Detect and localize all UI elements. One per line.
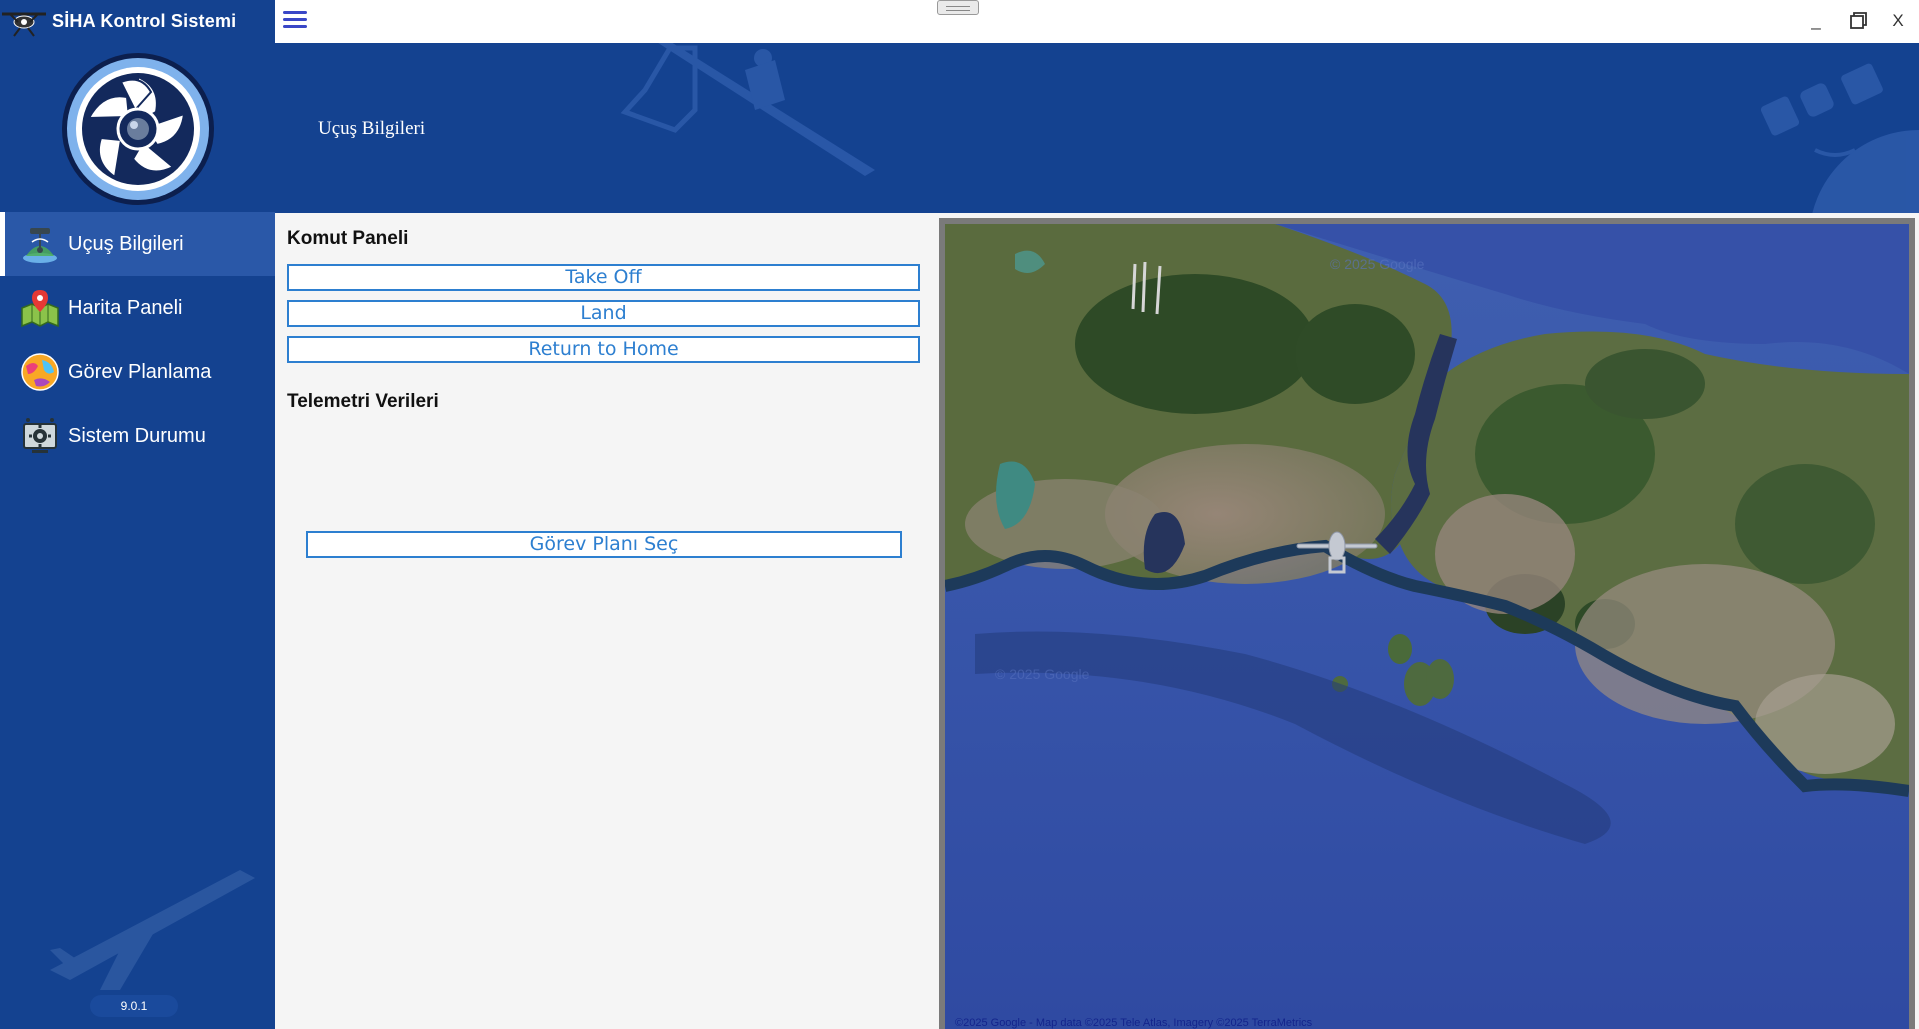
main-panel: Komut Paneli Take Off Land Return to Hom… [275, 213, 940, 1029]
minimize-button[interactable]: _ [1801, 8, 1831, 34]
select-mission-plan-button[interactable]: Görev Planı Seç [306, 531, 902, 558]
map-pin-icon [21, 290, 59, 328]
sidebar-item-gorev-planlama[interactable]: Görev Planlama [0, 340, 275, 404]
sidebar-item-harita-paneli[interactable]: Harita Paneli [0, 276, 275, 340]
gear-monitor-icon [23, 418, 57, 453]
satellite-map[interactable]: © 2025 Google © 2025 Google ©2025 Google… [945, 224, 1909, 1029]
restore-window-icon[interactable] [1843, 8, 1873, 34]
plane-watermark-icon [50, 870, 255, 990]
svg-text:© 2025 Google: © 2025 Google [1330, 256, 1425, 272]
istanbul-satellite-imagery: © 2025 Google © 2025 Google [945, 224, 1909, 1029]
page-header: Uçuş Bilgileri [275, 43, 1919, 213]
sidebar-nav: Uçuş Bilgileri Harita Paneli Görev Planl… [0, 212, 275, 468]
sidebar: SİHA Kontrol Sistemi Uçuş Bilgileri Hari… [0, 0, 275, 1029]
page-title: Uçuş Bilgileri [318, 118, 426, 139]
sidebar-item-label: Görev Planlama [68, 360, 212, 383]
telemetry-title: Telemetri Verileri [287, 391, 439, 412]
title-bar: _ X [275, 0, 1919, 43]
map-frame: © 2025 Google © 2025 Google ©2025 Google… [939, 218, 1915, 1029]
app-title: SİHA Kontrol Sistemi [52, 11, 237, 31]
sidebar-item-label: Uçuş Bilgileri [68, 232, 184, 255]
aperture-logo-icon [62, 53, 214, 205]
drone-satellite-watermark-icon [620, 43, 1919, 213]
sidebar-item-ucus-bilgileri[interactable]: Uçuş Bilgileri [0, 212, 275, 276]
hamburger-menu-icon[interactable] [283, 11, 307, 31]
drag-handle[interactable] [937, 0, 979, 15]
sidebar-item-label: Sistem Durumu [68, 424, 206, 447]
app-brand: SİHA Kontrol Sistemi [0, 0, 275, 43]
close-button[interactable]: X [1883, 8, 1913, 34]
drone-logo-icon [2, 12, 46, 37]
take-off-button[interactable]: Take Off [287, 264, 920, 291]
globe-icon [21, 353, 59, 391]
sidebar-item-sistem-durumu[interactable]: Sistem Durumu [0, 404, 275, 468]
sidebar-item-label: Harita Paneli [68, 296, 183, 319]
land-button[interactable]: Land [287, 300, 920, 327]
svg-text:© 2025 Google: © 2025 Google [995, 666, 1090, 682]
version-badge: 9.0.1 [90, 995, 178, 1017]
drone-radar-icon [23, 228, 57, 263]
map-attribution: ©2025 Google - Map data ©2025 Tele Atlas… [955, 1017, 1313, 1029]
return-home-button[interactable]: Return to Home [287, 336, 920, 363]
command-panel-title: Komut Paneli [287, 228, 409, 249]
